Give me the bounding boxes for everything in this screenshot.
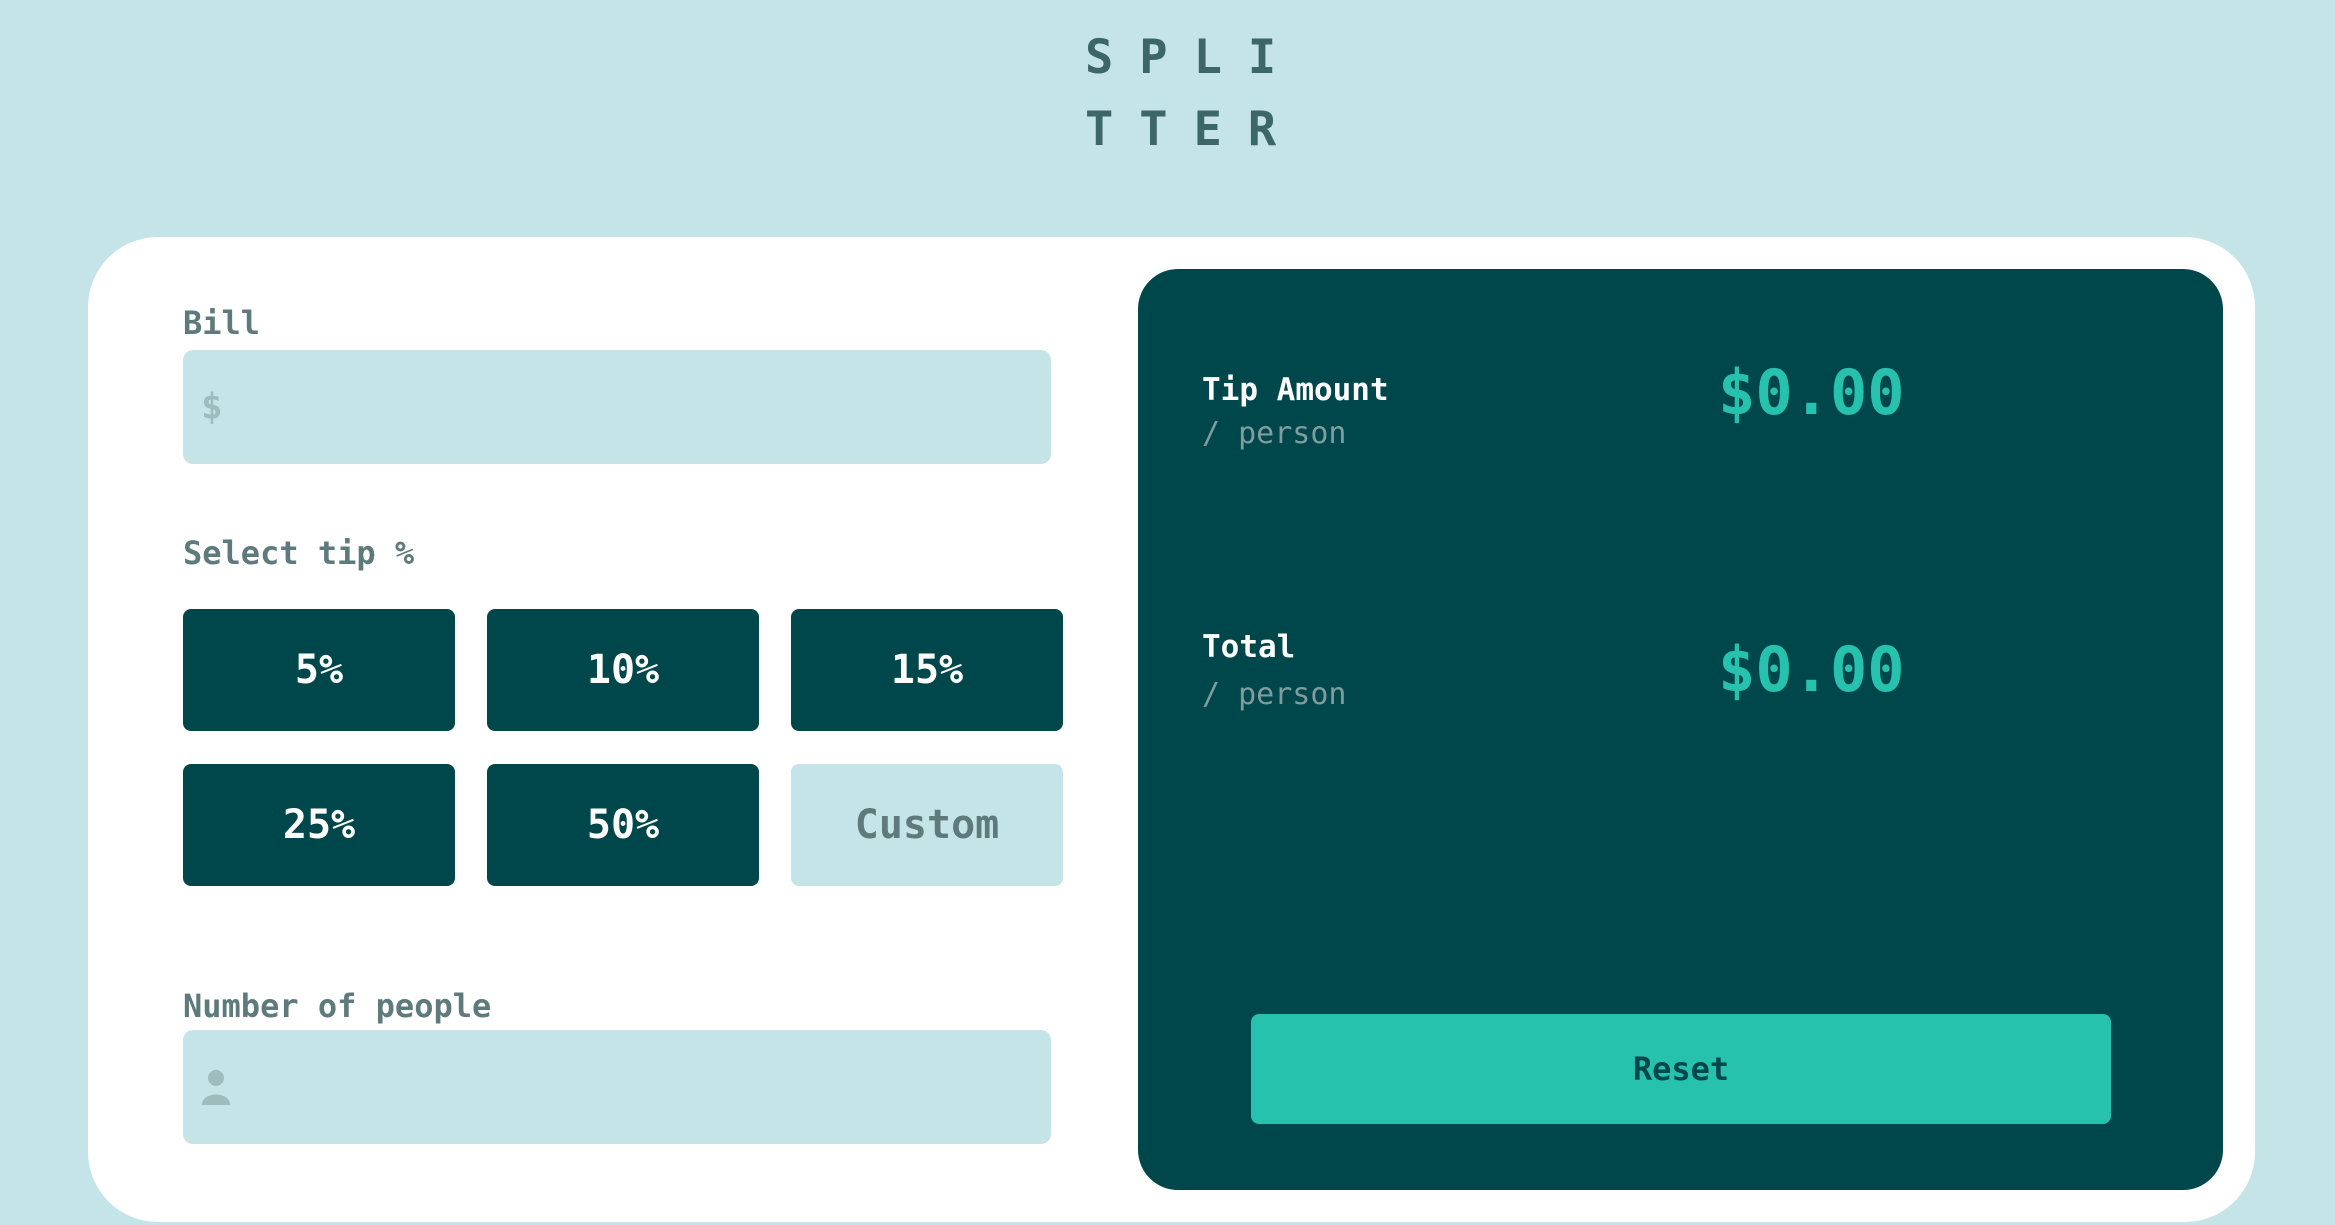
total-per-person: / person	[1202, 677, 1347, 712]
reset-button[interactable]: Reset	[1251, 1014, 2111, 1124]
tip-25-button[interactable]: 25%	[183, 764, 455, 886]
bill-label: Bill	[183, 304, 261, 342]
bill-field[interactable]: $	[183, 350, 1051, 464]
calculator-card: Bill $ Select tip % 5% 10% 15% 25% 50% C…	[88, 237, 2255, 1222]
people-field[interactable]	[183, 1030, 1051, 1144]
tip-15-button[interactable]: 15%	[791, 609, 1063, 731]
logo-line-1: SPLI	[1085, 30, 1303, 85]
results-panel: Tip Amount / person $0.00 Total / person…	[1138, 269, 2223, 1190]
tip-amount-title: Tip Amount	[1202, 372, 1389, 408]
people-label: Number of people	[183, 987, 492, 1025]
dollar-icon: $	[201, 386, 223, 428]
tip-custom-input[interactable]: Custom	[791, 764, 1063, 886]
total-value: $0.00	[1718, 633, 1905, 706]
person-icon	[202, 1070, 230, 1105]
tip-10-button[interactable]: 10%	[487, 609, 759, 731]
tip-amount-value: $0.00	[1718, 356, 1905, 429]
people-input[interactable]	[253, 1030, 1031, 1144]
tip-amount-per-person: / person	[1202, 416, 1347, 451]
tip-label: Select tip %	[183, 534, 415, 572]
tip-50-button[interactable]: 50%	[487, 764, 759, 886]
tip-5-button[interactable]: 5%	[183, 609, 455, 731]
app-logo: SPLI TTER	[1085, 22, 1285, 166]
logo-line-2: TTER	[1085, 102, 1303, 157]
total-title: Total	[1202, 629, 1296, 665]
bill-input[interactable]	[253, 350, 1031, 464]
